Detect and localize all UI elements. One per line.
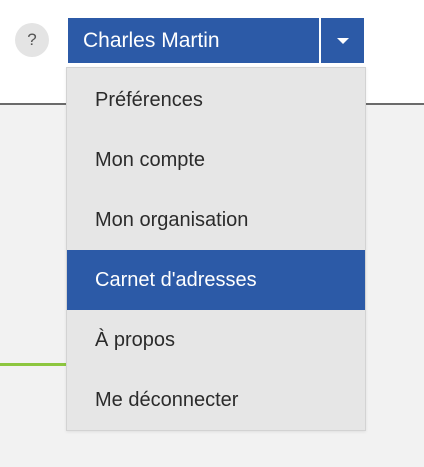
caret-down-icon xyxy=(336,37,349,44)
user-menu-button[interactable]: Charles Martin xyxy=(68,18,364,63)
user-menu-toggle[interactable] xyxy=(321,18,364,63)
background-green-line xyxy=(0,363,70,366)
help-icon: ? xyxy=(27,30,37,49)
menu-item-my-organization[interactable]: Mon organisation xyxy=(67,190,365,250)
user-dropdown-menu: Préférences Mon compte Mon organisation … xyxy=(66,67,366,431)
page: ? Charles Martin Préférences Mon compte … xyxy=(0,0,424,467)
menu-item-logout[interactable]: Me déconnecter xyxy=(67,370,365,430)
menu-item-my-account[interactable]: Mon compte xyxy=(67,130,365,190)
menu-item-address-book[interactable]: Carnet d'adresses xyxy=(67,250,365,310)
menu-item-preferences[interactable]: Préférences xyxy=(67,70,365,130)
menu-item-about[interactable]: À propos xyxy=(67,310,365,370)
user-name-label[interactable]: Charles Martin xyxy=(68,18,319,63)
help-button[interactable]: ? xyxy=(15,23,49,57)
